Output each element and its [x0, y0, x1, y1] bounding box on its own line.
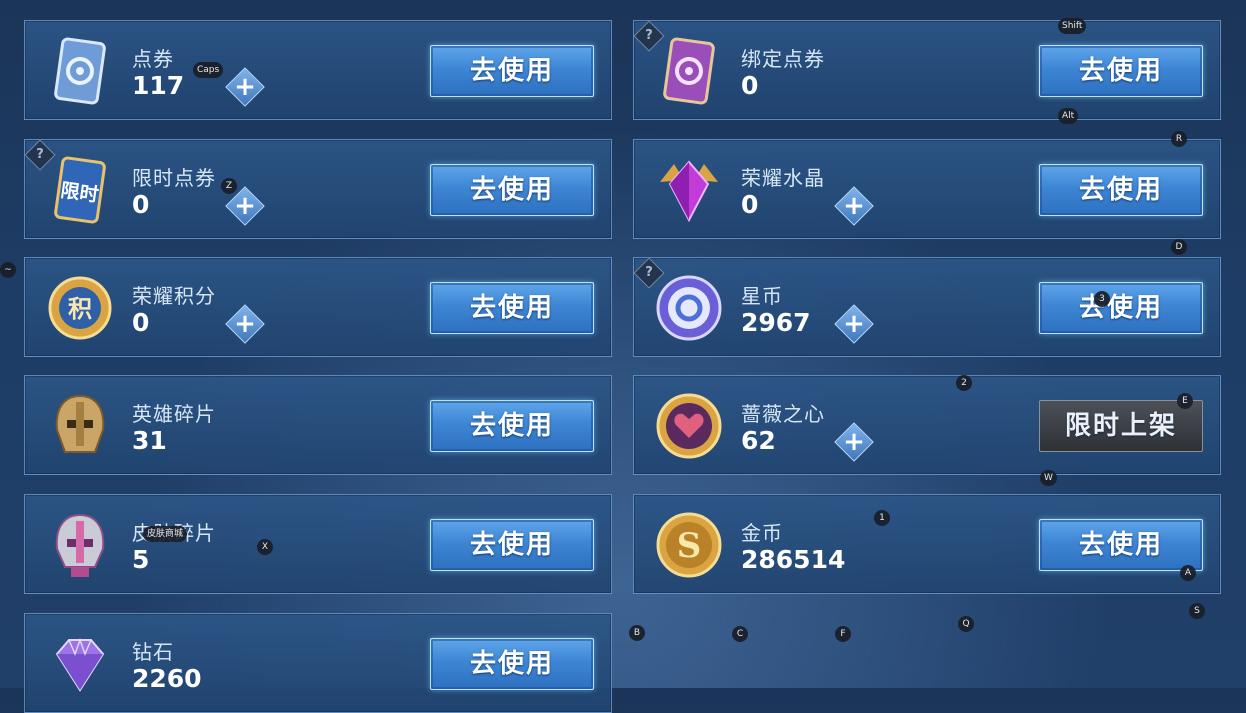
key-hint-f: F [835, 626, 851, 642]
key-hint-2: 2 [956, 375, 972, 391]
key-hint-shift: Shift [1058, 18, 1087, 34]
currency-name: 荣耀水晶 [741, 166, 825, 190]
key-hint-e: E [1177, 393, 1193, 409]
gold-coin-icon-text: S [677, 526, 702, 566]
key-hint-a: A [1180, 565, 1196, 581]
key-hint-skin-shop: 皮肤商城 [143, 526, 188, 542]
currency-card-glory-crystal: 荣耀水晶 0 + 去使用 [633, 139, 1221, 239]
currency-card-star-coin: ? 星币 2967 + 去使用 [633, 257, 1221, 357]
add-rose-heart-button[interactable]: + [834, 422, 874, 462]
use-limited-coupon-button[interactable]: 去使用 [430, 164, 594, 216]
currency-card-limited-coupon: ? 限时 限时点券 0 + 去使用 [24, 139, 612, 239]
add-coupon-button[interactable]: + [225, 67, 265, 107]
use-hero-fragment-button[interactable]: 去使用 [430, 400, 594, 452]
plus-icon: + [843, 427, 865, 457]
plus-icon: + [843, 191, 865, 221]
use-skin-fragment-button[interactable]: 去使用 [430, 519, 594, 571]
coupon-ticket-icon [45, 35, 115, 107]
key-hint-c: C [732, 626, 748, 642]
use-glory-points-button[interactable]: 去使用 [430, 282, 594, 334]
currency-value: 2260 [132, 664, 202, 693]
star-coin-icon [654, 272, 724, 344]
use-coupon-button[interactable]: 去使用 [430, 45, 594, 97]
add-glory-crystal-button[interactable]: + [834, 186, 874, 226]
key-hint-x: X [257, 539, 273, 555]
use-diamond-button[interactable]: 去使用 [430, 638, 594, 690]
key-hint-b: B [629, 625, 645, 641]
glory-crystal-icon [654, 154, 724, 226]
key-hint-z: Z [221, 178, 237, 194]
limited-release-button[interactable]: 限时上架 [1039, 400, 1203, 452]
currency-card-rose-heart: 蔷薇之心 62 + 限时上架 [633, 375, 1221, 475]
skin-fragment-icon [45, 509, 115, 581]
currency-name: 星币 [741, 284, 783, 308]
add-star-coin-button[interactable]: + [834, 304, 874, 344]
currency-value: 2967 [741, 308, 811, 337]
currency-value: 0 [132, 190, 150, 219]
key-hint-alt: Alt [1058, 108, 1079, 124]
currency-value: 0 [741, 190, 759, 219]
currency-card-gold-coin: S 金币 286514 去使用 [633, 494, 1221, 594]
plus-icon: + [234, 309, 256, 339]
currency-value: 31 [132, 426, 167, 455]
key-hint-r: R [1171, 131, 1187, 147]
key-hint-d: D [1171, 239, 1187, 255]
rose-heart-icon [654, 390, 724, 462]
use-glory-crystal-button[interactable]: 去使用 [1039, 164, 1203, 216]
add-glory-points-button[interactable]: + [225, 304, 265, 344]
currency-card-bound-coupon: ? 绑定点券 0 去使用 [633, 20, 1221, 120]
key-hint-w: W [1040, 470, 1057, 486]
currency-value: 5 [132, 545, 150, 574]
key-hint-3: 3 [1094, 291, 1110, 307]
use-star-coin-button[interactable]: 去使用 [1039, 282, 1203, 334]
use-gold-coin-button[interactable]: 去使用 [1039, 519, 1203, 571]
glory-points-icon: 积 [45, 272, 115, 344]
currency-name: 蔷薇之心 [741, 402, 825, 426]
plus-icon: + [843, 309, 865, 339]
currency-card-hero-fragment: 英雄碎片 31 去使用 [24, 375, 612, 475]
plus-icon: + [234, 72, 256, 102]
diamond-icon [45, 628, 115, 700]
key-hint-s: S [1189, 603, 1205, 619]
key-hint-q: Q [958, 616, 974, 632]
use-bound-coupon-button[interactable]: 去使用 [1039, 45, 1203, 97]
currency-name: 英雄碎片 [132, 402, 216, 426]
bound-coupon-ticket-icon [654, 35, 724, 107]
gold-coin-icon: S [654, 509, 724, 581]
currency-value: 62 [741, 426, 776, 455]
key-hint-caps: Caps [193, 62, 224, 78]
currency-card-skin-fragment: 皮肤碎片 5 去使用 [24, 494, 612, 594]
currency-value: 286514 [741, 545, 846, 574]
currency-name: 限时点券 [132, 166, 216, 190]
currency-value: 0 [132, 308, 150, 337]
currency-value: 0 [741, 71, 759, 100]
currency-name: 钻石 [132, 640, 174, 664]
currency-card-glory-points: 积 荣耀积分 0 + 去使用 [24, 257, 612, 357]
currency-name: 绑定点券 [741, 47, 825, 71]
key-hint-1: 1 [874, 510, 890, 526]
glory-points-icon-text: 积 [68, 295, 92, 323]
currency-value: 117 [132, 71, 185, 100]
currency-card-diamond: 钻石 2260 去使用 [24, 613, 612, 713]
hero-fragment-icon [45, 390, 115, 462]
key-hint-tilde: ~ [0, 262, 16, 278]
currency-name: 荣耀积分 [132, 284, 216, 308]
plus-icon: + [234, 191, 256, 221]
currency-name: 点券 [132, 47, 174, 71]
currency-name: 金币 [741, 521, 783, 545]
currency-card-coupon: 点券 117 + 去使用 [24, 20, 612, 120]
limited-coupon-ticket-icon: 限时 [45, 154, 115, 226]
